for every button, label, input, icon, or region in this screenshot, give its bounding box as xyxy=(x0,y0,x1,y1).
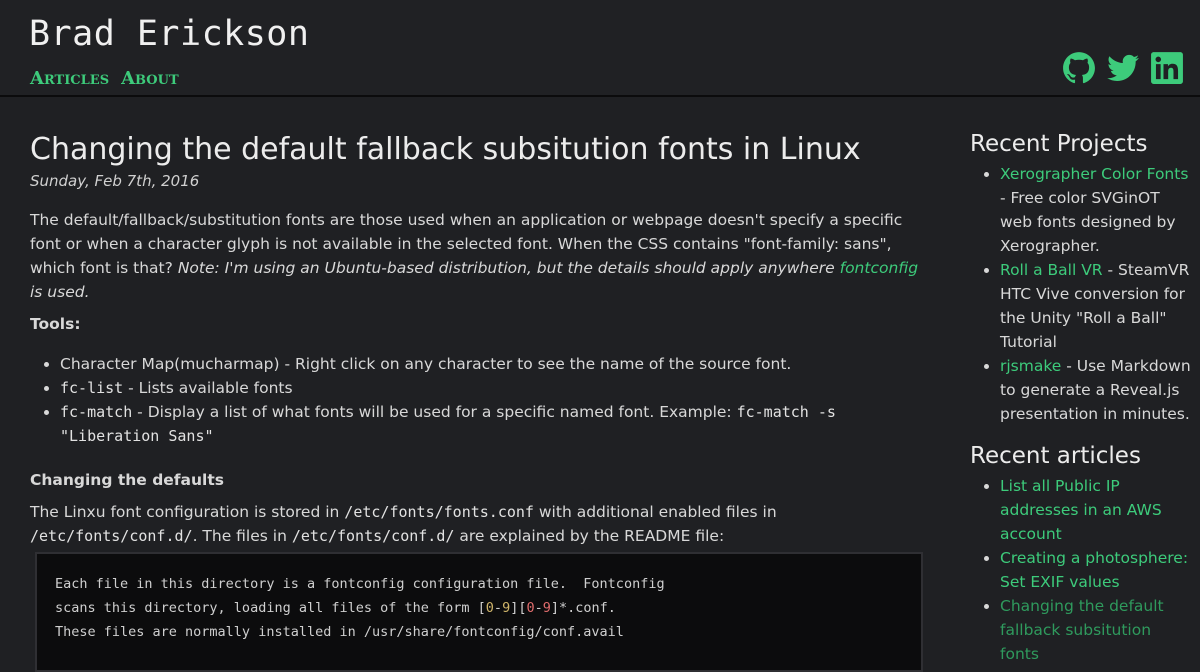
post-date: Sunday, Feb 7th, 2016 xyxy=(30,172,200,190)
list-item: fc-match - Display a list of what fonts … xyxy=(60,400,930,448)
nav-about-link[interactable]: About xyxy=(121,68,179,89)
config-text: with additional enabled files in xyxy=(533,503,777,521)
code-line: scans this directory, loading all files … xyxy=(55,600,616,616)
project-desc: - Free color SVGinOT web fonts designed … xyxy=(1000,189,1176,255)
config-path: /etc/fonts/conf.d/ xyxy=(291,527,455,545)
config-paragraph: The Linxu font configuration is stored i… xyxy=(30,500,930,548)
config-path: /etc/fonts/fonts.conf xyxy=(344,503,534,521)
article-link[interactable]: List all Public IP addresses in an AWS a… xyxy=(1000,477,1162,543)
list-item: fc-list - Lists available fonts xyxy=(60,376,930,400)
tool-text: Character Map(mucharmap) - Right click o… xyxy=(60,355,792,373)
article-link[interactable]: Creating a photosphere: Set EXIF values xyxy=(1000,549,1188,591)
tool-text: - Lists available fonts xyxy=(123,379,293,397)
note-suffix: is used. xyxy=(30,283,90,301)
readme-codeblock: Each file in this directory is a fontcon… xyxy=(35,552,923,672)
project-link[interactable]: Xerographer Color Fonts xyxy=(1000,165,1188,183)
code-line: These files are normally installed in /u… xyxy=(55,624,624,640)
twitter-icon[interactable] xyxy=(1106,51,1140,85)
sidebar: Recent Projects Xerographer Color Fonts … xyxy=(970,126,1192,666)
tool-text: - Display a list of what fonts will be u… xyxy=(132,403,737,421)
note-prefix: Note: I'm using an Ubuntu-based distribu… xyxy=(177,259,840,277)
fontconfig-link[interactable]: fontconfig xyxy=(840,259,919,277)
list-item: Creating a photosphere: Set EXIF values xyxy=(1000,546,1192,594)
nav-articles-link[interactable]: Articles xyxy=(30,68,109,89)
social-links xyxy=(1062,51,1184,85)
intro-paragraph: The default/fallback/substitution fonts … xyxy=(30,208,930,304)
site-header: Brad Erickson Articles About xyxy=(0,0,1200,97)
projects-list: Xerographer Color Fonts - Free color SVG… xyxy=(970,162,1192,426)
recent-articles-heading: Recent articles xyxy=(970,443,1141,469)
list-item: Character Map(mucharmap) - Right click o… xyxy=(60,352,930,376)
post-title: Changing the default fallback subsitutio… xyxy=(30,132,861,167)
main-content: Changing the default fallback subsitutio… xyxy=(30,96,930,672)
config-text: are explained by the README file: xyxy=(454,527,725,545)
code-line: Each file in this directory is a fontcon… xyxy=(55,576,665,592)
article-link-current[interactable]: Changing the default fallback subsitutio… xyxy=(1000,597,1164,663)
github-icon[interactable] xyxy=(1062,51,1096,85)
tool-code: fc-list xyxy=(60,379,124,397)
tool-code: fc-match xyxy=(60,403,133,421)
list-item: Roll a Ball VR - SteamVR HTC Vive conver… xyxy=(1000,258,1192,354)
list-item: rjsmake - Use Markdown to generate a Rev… xyxy=(1000,354,1192,426)
list-item: Changing the default fallback subsitutio… xyxy=(1000,594,1192,666)
config-text: The Linxu font configuration is stored i… xyxy=(30,503,345,521)
project-link[interactable]: Roll a Ball VR xyxy=(1000,261,1103,279)
list-item: List all Public IP addresses in an AWS a… xyxy=(1000,474,1192,546)
recent-projects-heading: Recent Projects xyxy=(970,131,1148,157)
list-item: Xerographer Color Fonts - Free color SVG… xyxy=(1000,162,1192,258)
tools-heading: Tools: xyxy=(30,315,81,333)
site-title[interactable]: Brad Erickson xyxy=(29,14,309,54)
config-text: . The files in xyxy=(192,527,292,545)
linkedin-icon[interactable] xyxy=(1150,51,1184,85)
project-link[interactable]: rjsmake xyxy=(1000,357,1061,375)
config-path: /etc/fonts/conf.d/ xyxy=(30,527,193,545)
section-heading: Changing the defaults xyxy=(30,471,224,489)
site-nav: Articles About xyxy=(30,68,179,89)
tools-list: Character Map(mucharmap) - Right click o… xyxy=(30,352,930,448)
articles-list: List all Public IP addresses in an AWS a… xyxy=(970,474,1192,666)
